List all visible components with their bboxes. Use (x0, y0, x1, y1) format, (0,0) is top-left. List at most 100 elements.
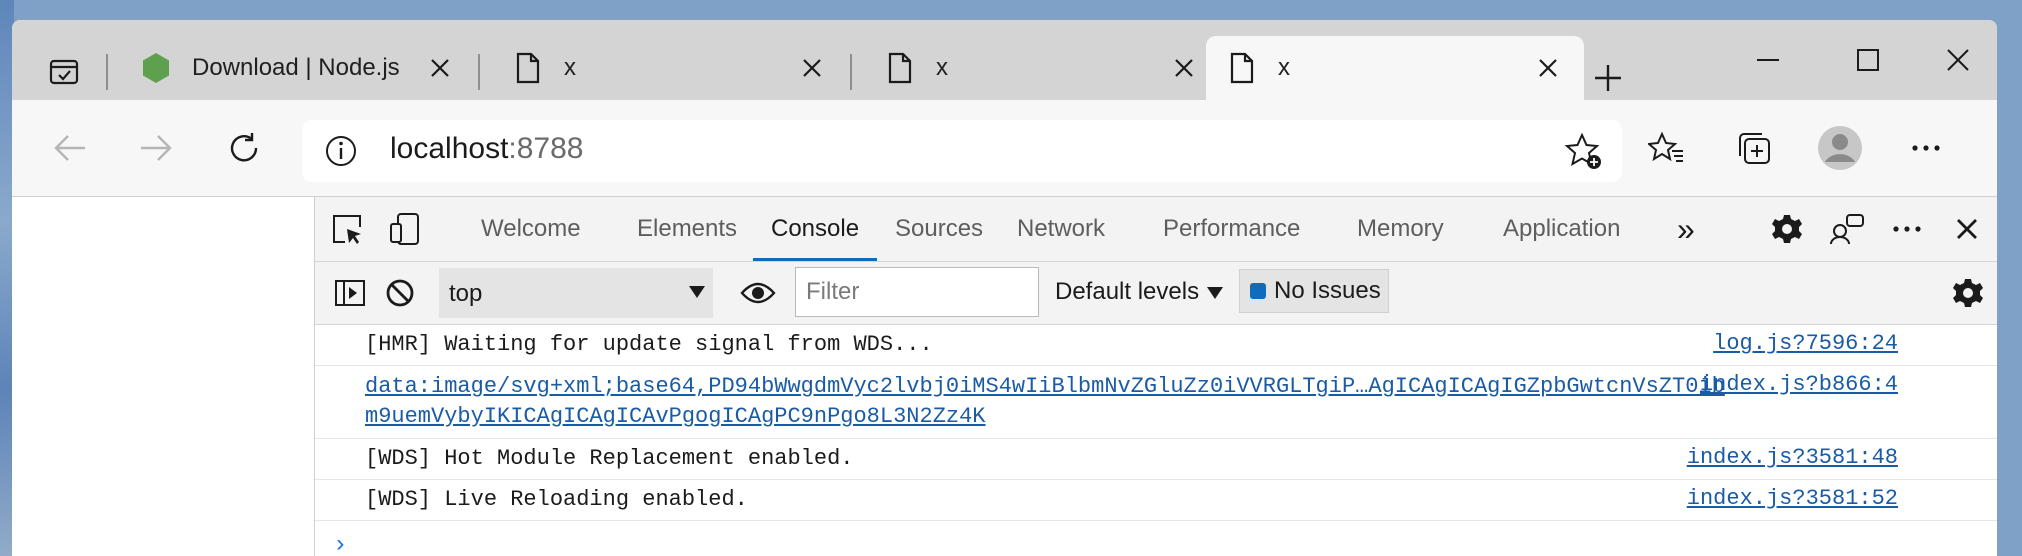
close-tab-icon[interactable] (424, 52, 456, 84)
feedback-button[interactable] (1825, 207, 1869, 251)
url-host: localhost (390, 132, 509, 165)
devtools-tab-welcome[interactable]: Welcome (481, 197, 581, 261)
console-filter-input[interactable] (795, 267, 1039, 317)
address-bar[interactable]: localhost:8788 (302, 120, 1622, 182)
minimize-icon (1757, 59, 1779, 61)
tab-strip: Download | Node.js x x x (12, 20, 1997, 100)
tab-actions-icon (49, 59, 79, 85)
close-tab-icon[interactable] (1168, 52, 1200, 84)
collections-icon (1739, 133, 1770, 164)
devtools-settings-button[interactable] (1765, 207, 1809, 251)
arrow-right-icon (141, 135, 172, 161)
browser-toolbar: localhost:8788 (12, 100, 1997, 196)
live-expression-button[interactable] (735, 270, 781, 316)
tab-separator (850, 54, 852, 90)
console-prompt[interactable]: › (333, 532, 347, 556)
maximize-icon (1857, 49, 1879, 71)
message-source-link[interactable]: index.js?3581:52 (1687, 486, 1898, 511)
issues-icon (1250, 283, 1266, 299)
settings-more-button[interactable] (1898, 120, 1954, 176)
console-message: [WDS] Hot Module Replacement enabled. in… (315, 439, 1997, 480)
customize-devtools-button[interactable] (1885, 207, 1929, 251)
console-message: data:image/svg+xml;base64,PD94bWwgdmVyc2… (315, 366, 1997, 439)
refresh-button[interactable] (214, 118, 274, 178)
url-text[interactable]: localhost:8788 (390, 132, 583, 166)
device-icon (390, 213, 419, 245)
avatar-icon (1818, 126, 1862, 170)
collections-button[interactable] (1726, 120, 1782, 176)
arrow-left-icon (54, 135, 85, 161)
more-tabs-button[interactable]: » (1677, 197, 1695, 261)
more-horizontal-icon (1912, 145, 1940, 151)
devtools-tab-memory[interactable]: Memory (1357, 197, 1444, 261)
gear-icon (1953, 279, 1983, 307)
close-devtools-button[interactable] (1945, 207, 1989, 251)
feedback-icon (1830, 214, 1864, 245)
devtools-tab-application[interactable]: Application (1503, 197, 1620, 261)
favorites-icon (1648, 131, 1683, 162)
tab-title: Download | Node.js (192, 54, 400, 81)
profile-button[interactable] (1812, 120, 1868, 176)
clear-console-button[interactable] (377, 270, 423, 316)
message-data-url-link[interactable]: data:image/svg+xml;base64,PD94bWwgdmVyc2… (365, 372, 1735, 432)
tab-x-1[interactable]: x (492, 36, 848, 100)
context-selector[interactable]: top (439, 268, 713, 318)
tab-title: x (1278, 54, 1290, 81)
devtools-tab-performance[interactable]: Performance (1163, 197, 1300, 261)
close-window-button[interactable] (1928, 38, 1988, 82)
close-tab-icon[interactable] (796, 52, 828, 84)
tab-title: x (936, 54, 948, 81)
browser-window: Download | Node.js x x x localhost:8788 … (12, 20, 1997, 556)
issues-button[interactable]: No Issues (1239, 269, 1389, 313)
info-icon[interactable] (324, 134, 358, 168)
message-source-link[interactable]: log.js?7596:24 (1713, 331, 1898, 356)
inspect-icon (333, 215, 361, 244)
console-message: [WDS] Live Reloading enabled. index.js?3… (315, 480, 1997, 521)
close-tab-icon[interactable] (1532, 52, 1564, 84)
chevron-down-icon (689, 286, 705, 298)
console-log: [HMR] Waiting for update signal from WDS… (315, 325, 1997, 521)
message-source-link[interactable]: index.js?b866:4 (1700, 372, 1898, 397)
tab-title: x (564, 54, 576, 81)
nodejs-icon (140, 52, 172, 84)
devtools-tab-console[interactable]: Console (752, 197, 878, 261)
add-favorite-icon[interactable] (1564, 132, 1604, 172)
devtools-tab-network[interactable]: Network (1017, 197, 1105, 261)
inspect-element-button[interactable] (325, 207, 369, 251)
tab-x-2[interactable]: x (864, 36, 1220, 100)
gear-icon (1772, 215, 1802, 243)
close-icon (1947, 49, 1969, 71)
page-icon (512, 52, 544, 84)
message-source-link[interactable]: index.js?3581:48 (1687, 445, 1898, 470)
chevron-down-icon (1207, 286, 1224, 299)
new-tab-button[interactable] (1584, 54, 1632, 102)
devtools-tab-elements[interactable]: Elements (637, 197, 737, 261)
forward-button[interactable] (126, 118, 186, 178)
log-levels-dropdown[interactable]: Default levels (1055, 278, 1224, 306)
issues-label: No Issues (1274, 277, 1381, 304)
back-button[interactable] (40, 118, 100, 178)
plus-icon (1595, 65, 1621, 91)
url-port: :8788 (508, 132, 584, 165)
tab-x-active[interactable]: x (1206, 36, 1584, 100)
eye-icon (740, 282, 776, 304)
favorites-button[interactable] (1638, 120, 1694, 176)
console-toolbar: top Default levels No Issues (315, 262, 1997, 325)
devtools-tab-sources[interactable]: Sources (895, 197, 983, 261)
tab-nodejs[interactable]: Download | Node.js (120, 36, 476, 100)
console-message: [HMR] Waiting for update signal from WDS… (315, 325, 1997, 366)
console-settings-button[interactable] (1945, 270, 1991, 316)
tab-separator (478, 54, 480, 90)
context-value: top (449, 280, 483, 307)
tab-actions-button[interactable] (42, 50, 86, 94)
show-sidebar-button[interactable] (327, 270, 373, 316)
page-icon (884, 52, 916, 84)
devtools-panel: Welcome Elements Console Sources Network… (314, 197, 1997, 556)
more-horizontal-icon (1893, 226, 1921, 232)
refresh-icon (230, 133, 258, 162)
maximize-button[interactable] (1838, 38, 1898, 82)
sidebar-toggle-icon (335, 280, 365, 306)
minimize-button[interactable] (1738, 38, 1798, 82)
devtools-tab-bar: Welcome Elements Console Sources Network… (315, 197, 1997, 262)
device-emulation-button[interactable] (383, 207, 427, 251)
